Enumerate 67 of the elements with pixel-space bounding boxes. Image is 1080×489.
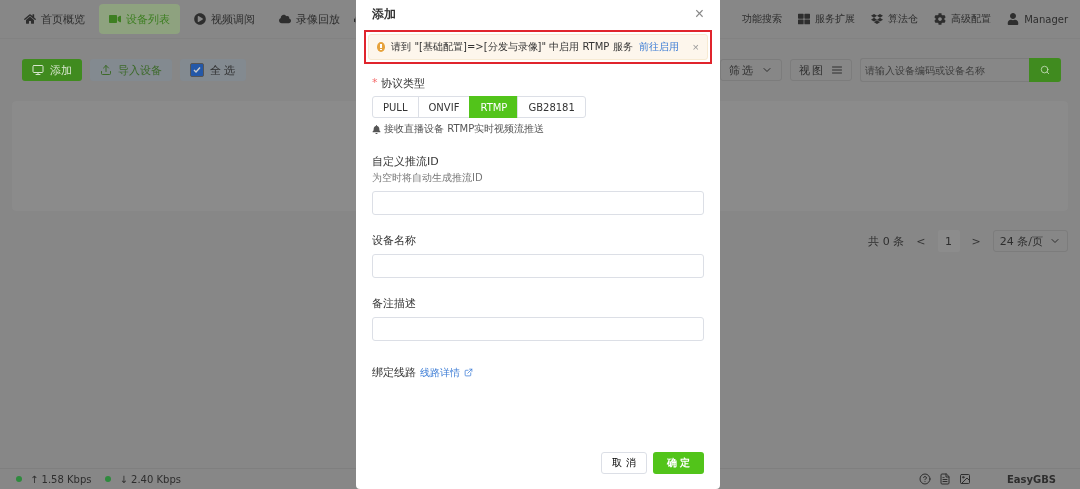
cancel-button[interactable]: 取 消	[601, 452, 647, 474]
required-mark: *	[372, 76, 378, 91]
field-label: 自定义推流ID	[372, 154, 440, 169]
search-button[interactable]	[1029, 58, 1061, 82]
external-link-icon	[464, 368, 473, 377]
close-button[interactable]: ×	[694, 5, 704, 23]
protocol-option[interactable]: ONVIF	[417, 96, 471, 118]
brand-name: EasyGBS	[1006, 473, 1056, 485]
total-count: 共 0 条	[868, 233, 905, 249]
bell-icon	[372, 124, 381, 134]
status-dot	[16, 476, 22, 482]
page-size-select[interactable]: 24 条/页	[992, 230, 1068, 252]
nav-tab[interactable]: 录像回放	[269, 4, 350, 34]
nav-tab[interactable]: 算法仓	[863, 4, 927, 34]
cloud-icon	[279, 13, 291, 25]
protocol-option[interactable]: GB28181	[517, 96, 586, 118]
nav-tab[interactable]: 服务扩展	[790, 4, 864, 34]
add-button[interactable]: 添加	[22, 59, 82, 81]
image-icon[interactable]	[958, 473, 971, 485]
nav-tab[interactable]: 功能搜索	[734, 4, 791, 34]
field-help: 为空时将自动生成推流ID	[372, 171, 484, 185]
search-icon	[1040, 65, 1050, 75]
upload-rate: ↑ 1.58 Kbps	[30, 473, 92, 485]
field-label: 备注描述	[372, 296, 417, 311]
download-rate: ↓ 2.40 Kbps	[119, 473, 181, 485]
play-icon	[194, 13, 206, 25]
help-icon[interactable]	[918, 473, 931, 485]
nav-tab[interactable]: 高级配置	[926, 4, 1000, 34]
hint-text: 接收直播设备 RTMP实时视频流推送	[384, 122, 545, 136]
home-icon	[24, 13, 36, 25]
field-label: 绑定线路	[372, 365, 416, 380]
video-camera-icon	[109, 13, 121, 25]
grid-icon	[798, 13, 811, 25]
protocol-option[interactable]: RTMP	[469, 96, 519, 118]
filter-dropdown[interactable]: 筛选	[720, 59, 782, 81]
prev-page-button[interactable]: <	[916, 234, 926, 248]
document-icon[interactable]	[938, 473, 951, 485]
menu-icon	[831, 64, 843, 76]
monitor-icon	[32, 64, 44, 76]
protocol-option[interactable]: PULL	[372, 96, 419, 118]
select-all-button[interactable]: 全 选	[180, 59, 246, 81]
input-field[interactable]	[372, 191, 704, 215]
alert-close-button[interactable]: ×	[692, 41, 699, 53]
warning-icon	[377, 42, 386, 52]
gear-icon	[934, 13, 947, 25]
nav-tab[interactable]: 首页概览	[14, 4, 95, 34]
input-field[interactable]	[372, 254, 704, 278]
field-label: 设备名称	[372, 233, 417, 248]
search-field[interactable]: 请输入设备编码或设备名称	[860, 58, 1029, 82]
confirm-button[interactable]: 确 定	[652, 452, 704, 474]
checkbox[interactable]	[190, 63, 204, 77]
enable-link[interactable]: 前往启用	[638, 40, 679, 54]
user-icon	[1007, 13, 1020, 25]
dialog-title: 添加	[372, 5, 396, 23]
view-button[interactable]: 视图	[790, 59, 852, 81]
check-icon	[193, 66, 201, 74]
box-icon	[871, 13, 884, 25]
status-dot	[105, 476, 112, 482]
nav-tab[interactable]: 视频调阅	[184, 4, 265, 34]
field-label: 协议类型	[380, 76, 425, 91]
user-menu[interactable]: Manager	[999, 4, 1076, 34]
input-field[interactable]	[372, 317, 704, 341]
route-details-link[interactable]: 线路详情	[420, 365, 460, 380]
page-number[interactable]: 1	[937, 230, 960, 252]
upload-icon	[100, 64, 112, 76]
alert-message: 请到 "[基础配置]=>[分发与录像]" 中启用 RTMP 服务	[391, 40, 633, 54]
next-page-button[interactable]: >	[971, 234, 981, 248]
